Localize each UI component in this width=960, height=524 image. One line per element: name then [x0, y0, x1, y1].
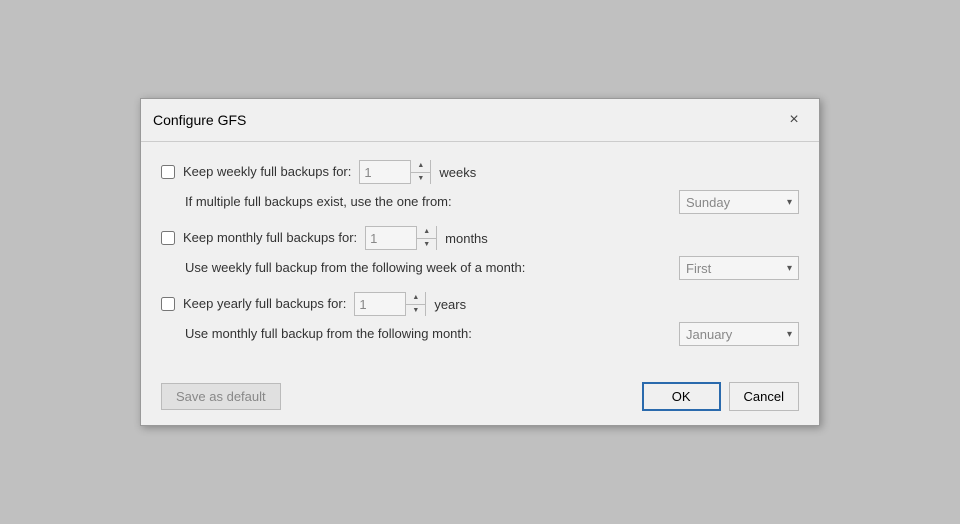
- weekly-sub-row: If multiple full backups exist, use the …: [185, 190, 799, 214]
- yearly-dropdown-value: January: [686, 327, 732, 342]
- yearly-sub-label: Use monthly full backup from the followi…: [185, 326, 671, 343]
- footer-button-group: OK Cancel: [642, 382, 799, 411]
- monthly-spinner-input[interactable]: [366, 229, 416, 248]
- weekly-checkbox[interactable]: [161, 165, 175, 179]
- monthly-dropdown-value: First: [686, 261, 711, 276]
- yearly-spin-up[interactable]: ▲: [406, 292, 425, 305]
- yearly-spinner-buttons: ▲ ▼: [405, 292, 425, 316]
- monthly-spinner[interactable]: ▲ ▼: [365, 226, 437, 250]
- weekly-sub-label: If multiple full backups exist, use the …: [185, 194, 671, 211]
- weekly-day-dropdown[interactable]: Sunday ▾: [679, 190, 799, 214]
- monthly-section: Keep monthly full backups for: ▲ ▼ month…: [161, 226, 799, 280]
- weekly-spinner-buttons: ▲ ▼: [410, 160, 430, 184]
- weekly-unit-label: weeks: [439, 165, 476, 180]
- dialog-title: Configure GFS: [153, 112, 246, 128]
- monthly-dropdown-arrow-icon: ▾: [787, 263, 792, 274]
- monthly-week-dropdown[interactable]: First ▾: [679, 256, 799, 280]
- configure-gfs-dialog: Configure GFS × Keep weekly full backups…: [140, 98, 820, 426]
- monthly-spinner-buttons: ▲ ▼: [416, 226, 436, 250]
- monthly-sub-label: Use weekly full backup from the followin…: [185, 260, 671, 277]
- dialog-footer: Save as default OK Cancel: [141, 372, 819, 425]
- yearly-checkbox[interactable]: [161, 297, 175, 311]
- weekly-dropdown-arrow-icon: ▾: [787, 197, 792, 208]
- yearly-dropdown-arrow-icon: ▾: [787, 329, 792, 340]
- save-default-button[interactable]: Save as default: [161, 383, 281, 410]
- weekly-spinner-input[interactable]: [360, 163, 410, 182]
- monthly-spin-down[interactable]: ▼: [417, 239, 436, 251]
- monthly-spin-up[interactable]: ▲: [417, 226, 436, 239]
- weekly-spin-up[interactable]: ▲: [411, 160, 430, 173]
- yearly-unit-label: years: [434, 297, 466, 312]
- monthly-unit-label: months: [445, 231, 488, 246]
- ok-button[interactable]: OK: [642, 382, 721, 411]
- weekly-section: Keep weekly full backups for: ▲ ▼ weeks …: [161, 160, 799, 214]
- yearly-main-row: Keep yearly full backups for: ▲ ▼ years: [161, 292, 799, 316]
- yearly-spin-down[interactable]: ▼: [406, 305, 425, 317]
- yearly-sub-row: Use monthly full backup from the followi…: [185, 322, 799, 346]
- yearly-main-label: Keep yearly full backups for:: [183, 296, 346, 313]
- weekly-main-row: Keep weekly full backups for: ▲ ▼ weeks: [161, 160, 799, 184]
- weekly-spin-down[interactable]: ▼: [411, 173, 430, 185]
- weekly-main-label: Keep weekly full backups for:: [183, 164, 351, 181]
- monthly-main-row: Keep monthly full backups for: ▲ ▼ month…: [161, 226, 799, 250]
- weekly-spinner[interactable]: ▲ ▼: [359, 160, 431, 184]
- yearly-month-dropdown[interactable]: January ▾: [679, 322, 799, 346]
- monthly-checkbox[interactable]: [161, 231, 175, 245]
- close-button[interactable]: ×: [781, 107, 807, 133]
- yearly-spinner[interactable]: ▲ ▼: [354, 292, 426, 316]
- monthly-main-label: Keep monthly full backups for:: [183, 230, 357, 247]
- weekly-dropdown-value: Sunday: [686, 195, 730, 210]
- yearly-spinner-input[interactable]: [355, 295, 405, 314]
- dialog-content: Keep weekly full backups for: ▲ ▼ weeks …: [141, 142, 819, 372]
- monthly-sub-row: Use weekly full backup from the followin…: [185, 256, 799, 280]
- title-bar: Configure GFS ×: [141, 99, 819, 142]
- cancel-button[interactable]: Cancel: [729, 382, 799, 411]
- yearly-section: Keep yearly full backups for: ▲ ▼ years …: [161, 292, 799, 346]
